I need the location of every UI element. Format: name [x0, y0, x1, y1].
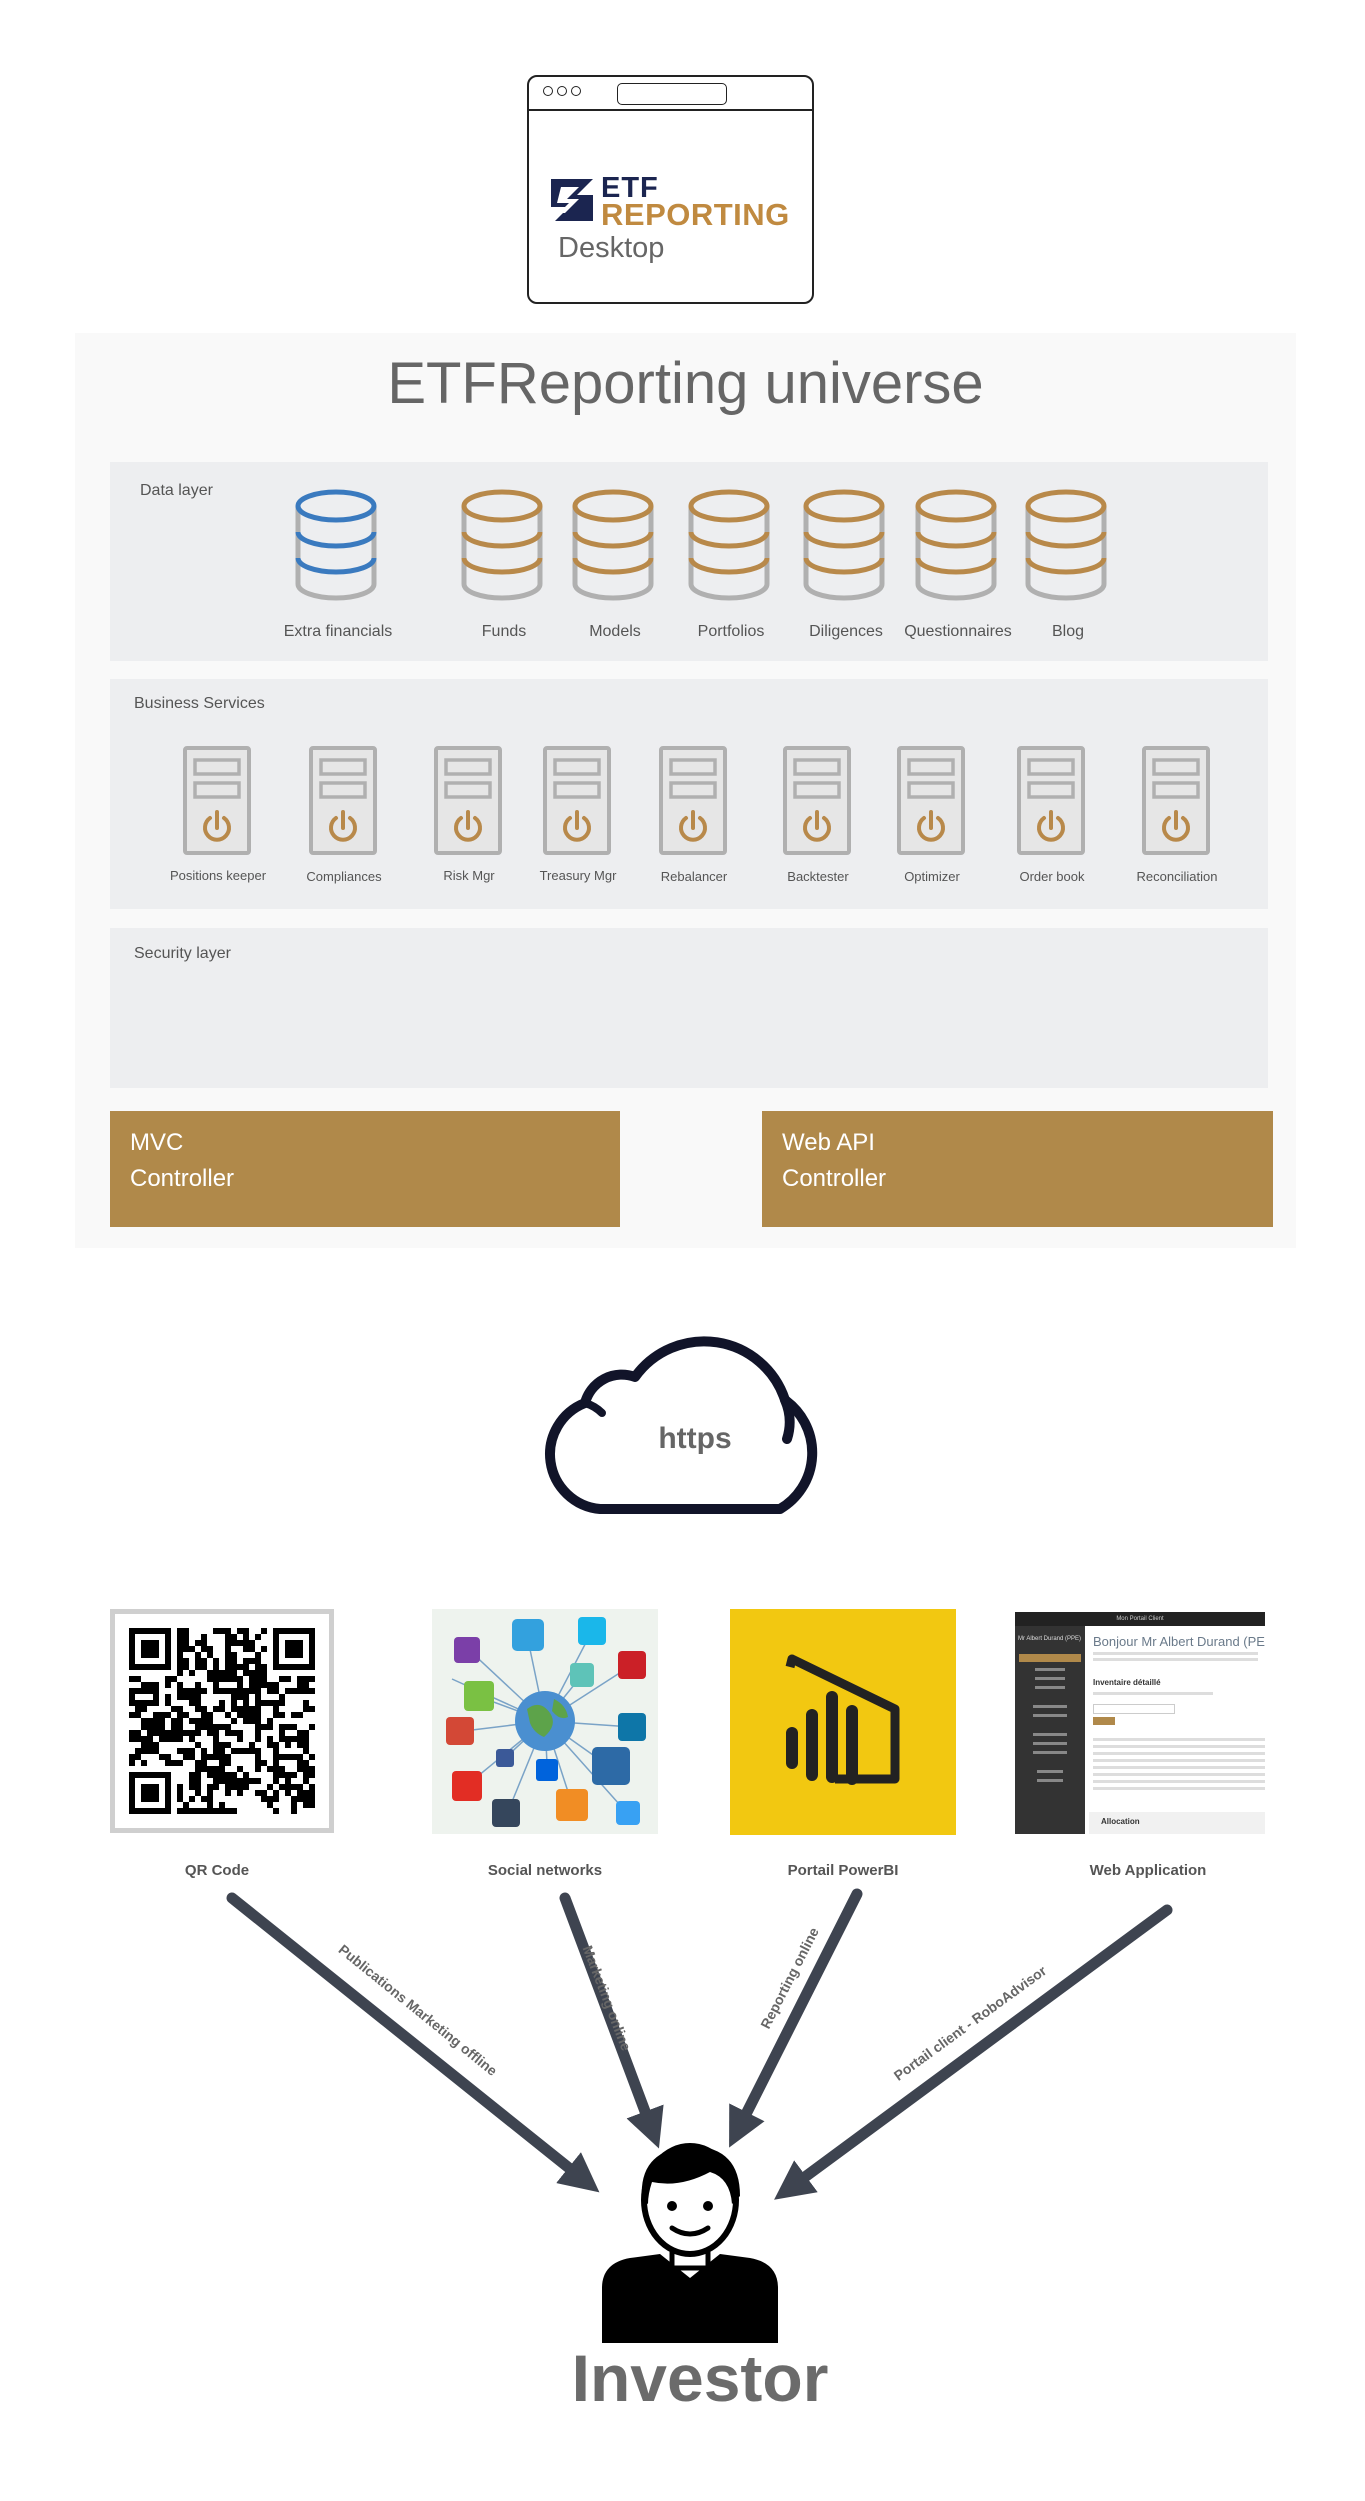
database-icon: [918, 492, 994, 598]
cloud-label: https: [658, 1422, 732, 1455]
service-label: Reconciliation: [1136, 869, 1218, 884]
server-icon: [1142, 746, 1210, 855]
services: [183, 746, 1210, 855]
webapp-section: Inventaire détaillé: [1093, 1678, 1161, 1687]
store-label: Blog: [1051, 623, 1085, 640]
store-label: Extra financials: [283, 623, 393, 640]
desktop-label: Desktop: [558, 232, 665, 264]
database-icon: [806, 492, 882, 598]
webapi-controller-line1: Web API: [782, 1129, 875, 1156]
business-services-label: Business Services: [134, 695, 265, 712]
mvc-controller-line2: Controller: [130, 1165, 235, 1192]
webapp-topbar: Mon Portail Client: [1015, 1612, 1265, 1626]
mvc-controller: MVC Controller: [110, 1111, 620, 1227]
social-network-graph-icon: [446, 1617, 646, 1827]
address-bar: [617, 83, 727, 105]
webapp-table: [1093, 1734, 1265, 1804]
channel-label-qr: QR Code: [184, 1862, 250, 1879]
webapp-active-item: [1019, 1654, 1081, 1662]
universe-title: ETFReporting universe: [387, 351, 984, 416]
etf-logo-icon: [551, 179, 593, 221]
webapi-controller: Web API Controller: [762, 1111, 1273, 1227]
server-icon: [783, 746, 851, 855]
channel-label-social: Social networks: [487, 1862, 603, 1879]
powerbi-icon: [785, 1654, 900, 1785]
channel-label-powerbi: Portail PowerBI: [787, 1862, 899, 1879]
window-dot-icon: [571, 86, 581, 96]
server-icon: [1017, 746, 1085, 855]
database-icon: [691, 492, 767, 598]
server-icon: [659, 746, 727, 855]
investor-icon: [602, 2143, 778, 2343]
brand-reporting: REPORTING: [601, 197, 790, 232]
arrow-webapp: [774, 1904, 1173, 2200]
channel-label-webapp: Web Application: [1089, 1862, 1207, 1879]
data-stores: [110, 470, 1268, 620]
desktop-window: ETF REPORTING Desktop: [527, 75, 814, 304]
webapp-user: Mr Albert Durand (PPE): [1018, 1636, 1082, 1642]
database-icon: [575, 492, 651, 598]
arrow-powerbi: [729, 1888, 863, 2148]
database-icon: [298, 492, 374, 598]
cloud-icon: [545, 1336, 818, 1514]
powerbi-image: [730, 1609, 956, 1835]
investor-label: Investor: [571, 2341, 829, 2415]
database-icon: [1028, 492, 1104, 598]
server-icon: [897, 746, 965, 855]
qr-code-icon: [129, 1628, 315, 1814]
window-dot-icon: [543, 86, 553, 96]
security-layer-label: Security layer: [134, 945, 231, 962]
server-icon: [543, 746, 611, 855]
window-dot-icon: [557, 86, 567, 96]
server-icon: [434, 746, 502, 855]
server-icon: [309, 746, 377, 855]
security-layer: [110, 928, 1268, 1088]
qr-code: [110, 1609, 334, 1833]
mvc-controller-line1: MVC: [130, 1129, 184, 1156]
webapp-greeting: Bonjour Mr Albert Durand (PE: [1093, 1634, 1265, 1649]
window-titlebar: [529, 77, 812, 111]
webapp-sidebar: Mr Albert Durand (PPE): [1015, 1626, 1085, 1834]
webapp-section2: Allocation: [1101, 1817, 1140, 1826]
web-application-image: Mon Portail Client Mr Albert Durand (PPE…: [1015, 1612, 1265, 1834]
database-icon: [464, 492, 540, 598]
webapi-controller-line2: Controller: [782, 1165, 887, 1192]
social-networks-image: [432, 1609, 658, 1834]
arrow-qr: [226, 1892, 600, 2193]
server-icon: [183, 746, 251, 855]
